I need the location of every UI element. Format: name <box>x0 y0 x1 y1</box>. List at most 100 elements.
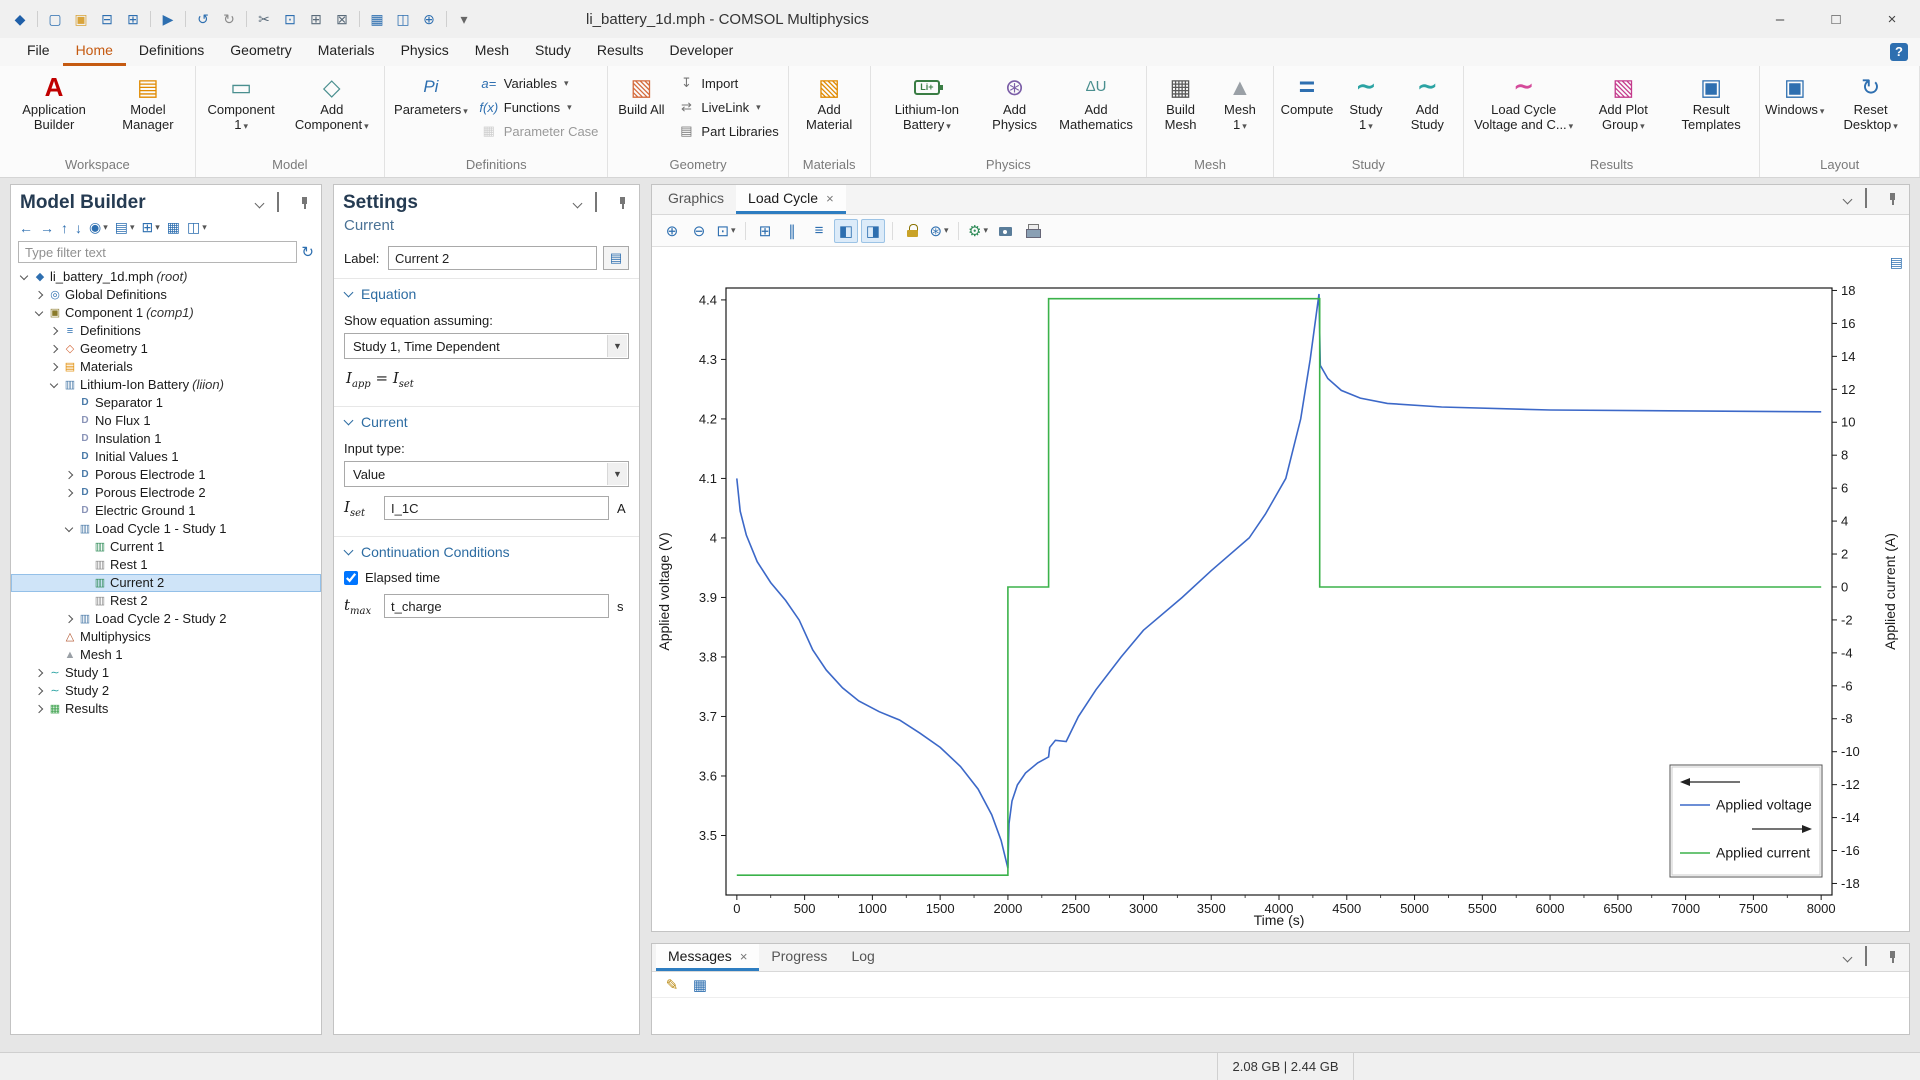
menu-item-study[interactable]: Study <box>522 38 584 66</box>
table-window-icon[interactable]: ▦ <box>365 7 389 31</box>
tree-expander-icon[interactable] <box>47 324 61 338</box>
tree-item-study-1[interactable]: ∼Study 1 <box>11 664 321 682</box>
pin-panel-icon[interactable] <box>297 196 312 211</box>
pan-mode-icon[interactable]: ◨ <box>861 219 885 243</box>
windows-button[interactable]: ▣Windows▾ <box>1765 69 1824 122</box>
tree-item-load-cycle-2-study-2[interactable]: ▥Load Cycle 2 - Study 2 <box>11 610 321 628</box>
pin-panel-icon[interactable] <box>1885 950 1900 965</box>
menu-item-materials[interactable]: Materials <box>305 38 388 66</box>
save-compact-icon[interactable]: ⊞ <box>121 7 145 31</box>
pin-panel-icon[interactable] <box>615 196 630 211</box>
menu-item-definitions[interactable]: Definitions <box>126 38 217 66</box>
tree-item-initial-values-1[interactable]: DInitial Values 1 <box>11 448 321 466</box>
tree-item-current-2[interactable]: ▥Current 2 <box>11 574 321 592</box>
component-1-button[interactable]: ▭Component 1▾ <box>201 69 282 137</box>
print-icon[interactable] <box>1020 219 1044 243</box>
application-builder-button[interactable]: AApplication Builder <box>5 69 103 135</box>
menu-item-physics[interactable]: Physics <box>388 38 462 66</box>
menu-item-results[interactable]: Results <box>584 38 657 66</box>
go-to-default-view-icon[interactable]: ⊞ <box>753 219 777 243</box>
tree-item-rest-2[interactable]: ▥Rest 2 <box>11 592 321 610</box>
tree-item-results[interactable]: ▦Results <box>11 700 321 718</box>
minimize-button[interactable]: – <box>1752 0 1808 38</box>
mesh-1-button[interactable]: ▲Mesh 1▾ <box>1212 69 1268 137</box>
functions-button[interactable]: f(x)Functions▾ <box>475 96 603 118</box>
part-libraries-button[interactable]: ▤Part Libraries <box>672 120 782 142</box>
tree-item-definitions[interactable]: ≡Definitions <box>11 322 321 340</box>
tree-item-li-battery-1d-mph[interactable]: ◆li_battery_1d.mph(root) <box>11 268 321 286</box>
paste-icon[interactable]: ⊞ <box>304 7 328 31</box>
tree-expander-icon[interactable] <box>32 666 46 680</box>
tree-item-component-1[interactable]: ▣Component 1(comp1) <box>11 304 321 322</box>
tree-item-geometry-1[interactable]: ◇Geometry 1 <box>11 340 321 358</box>
plot-tools-icon[interactable]: ▤ <box>1890 254 1903 271</box>
tree-expander-icon[interactable] <box>32 288 46 302</box>
build-mesh-button[interactable]: ▦Build Mesh <box>1152 69 1209 135</box>
close-tab-icon[interactable]: × <box>740 949 748 964</box>
equation-assuming-dropdown[interactable]: Study 1, Time Dependent ▼ <box>344 333 629 359</box>
comsol-logo-icon[interactable]: ◆ <box>8 7 32 31</box>
open-file-icon[interactable]: ▣ <box>69 7 93 31</box>
tree-item-multiphysics[interactable]: △Multiphysics <box>11 628 321 646</box>
continuation-section-header[interactable]: Continuation Conditions <box>334 537 639 563</box>
group-nodes-icon[interactable]: ⊞▾ <box>142 219 160 236</box>
tree-expander-icon[interactable] <box>62 486 76 500</box>
tree-expander-icon[interactable] <box>47 342 61 356</box>
tree-item-current-1[interactable]: ▥Current 1 <box>11 538 321 556</box>
tmax-input[interactable] <box>384 594 609 618</box>
tree-item-separator-1[interactable]: DSeparator 1 <box>11 394 321 412</box>
iset-input[interactable] <box>384 496 609 520</box>
panel-menu-icon[interactable] <box>571 196 586 211</box>
current-section-header[interactable]: Current <box>334 407 639 433</box>
tree-expander-icon[interactable] <box>62 468 76 482</box>
tree-item-rest-1[interactable]: ▥Rest 1 <box>11 556 321 574</box>
model-tree-settings-icon[interactable]: ▤▾ <box>115 219 135 236</box>
float-panel-icon[interactable] <box>1865 188 1867 208</box>
tree-expander-icon[interactable] <box>32 684 46 698</box>
tree-item-materials[interactable]: ▤Materials <box>11 358 321 376</box>
help-icon[interactable]: ? <box>1890 43 1908 61</box>
tab-graphics[interactable]: Graphics <box>656 185 736 214</box>
refresh-icon[interactable]: ↻ <box>301 243 314 261</box>
load-cycle-voltage-button[interactable]: ∼Load Cycle Voltage and C...▾ <box>1469 69 1579 137</box>
customize-toolbar-icon[interactable]: ▾ <box>452 7 476 31</box>
redo-icon[interactable]: ↻ <box>217 7 241 31</box>
tree-item-global-definitions[interactable]: ◎Global Definitions <box>11 286 321 304</box>
tab-progress[interactable]: Progress <box>759 944 839 971</box>
zoom-extents-icon[interactable]: ⊡▾ <box>714 219 738 243</box>
model-manager-button[interactable]: ▤Model Manager <box>106 69 190 135</box>
select-mode-icon[interactable]: ◧ <box>834 219 858 243</box>
save-icon[interactable]: ⊟ <box>95 7 119 31</box>
float-panel-icon[interactable] <box>277 192 279 212</box>
add-component-button[interactable]: ◇Add Component▾ <box>285 69 380 137</box>
menu-item-geometry[interactable]: Geometry <box>217 38 304 66</box>
close-tab-icon[interactable]: × <box>826 191 834 206</box>
livelink-button[interactable]: ⇄LiveLink▾ <box>672 96 782 118</box>
tree-item-mesh-1[interactable]: ▲Mesh 1 <box>11 646 321 664</box>
tree-expander-icon[interactable] <box>32 702 46 716</box>
variables-button[interactable]: a=Variables▾ <box>475 72 603 94</box>
run-icon[interactable]: ▶ <box>156 7 180 31</box>
tree-item-electric-ground-1[interactable]: DElectric Ground 1 <box>11 502 321 520</box>
study-1-button[interactable]: ∼Study 1▾ <box>1338 69 1394 137</box>
compact-view-icon[interactable]: ▦ <box>167 219 180 236</box>
menu-item-developer[interactable]: Developer <box>657 38 747 66</box>
plot-settings-icon[interactable]: ⚙▾ <box>966 219 990 243</box>
plot-canvas[interactable]: 0500100015002000250030003500400045005000… <box>652 248 1909 931</box>
go-back-icon[interactable]: ← <box>19 220 33 236</box>
move-up-icon[interactable]: ↑ <box>61 220 68 236</box>
menu-item-file[interactable]: File <box>14 38 63 66</box>
add-plot-group-button[interactable]: ▧Add Plot Group▾ <box>1582 69 1665 137</box>
elapsed-time-checkbox[interactable] <box>344 571 358 585</box>
tree-expander-icon[interactable] <box>32 306 46 320</box>
compute-button[interactable]: =Compute <box>1279 69 1335 120</box>
add-study-button[interactable]: ∼Add Study <box>1397 69 1458 135</box>
tab-log[interactable]: Log <box>839 944 886 971</box>
delete-icon[interactable]: ⊠ <box>330 7 354 31</box>
filter-input[interactable] <box>18 241 297 263</box>
pencil-icon[interactable]: ✎ <box>660 973 684 997</box>
panel-menu-icon[interactable] <box>1841 950 1856 965</box>
tree-expander-icon[interactable] <box>17 270 31 284</box>
panel-menu-icon[interactable] <box>253 196 268 211</box>
panel-menu-icon[interactable] <box>1841 192 1856 207</box>
